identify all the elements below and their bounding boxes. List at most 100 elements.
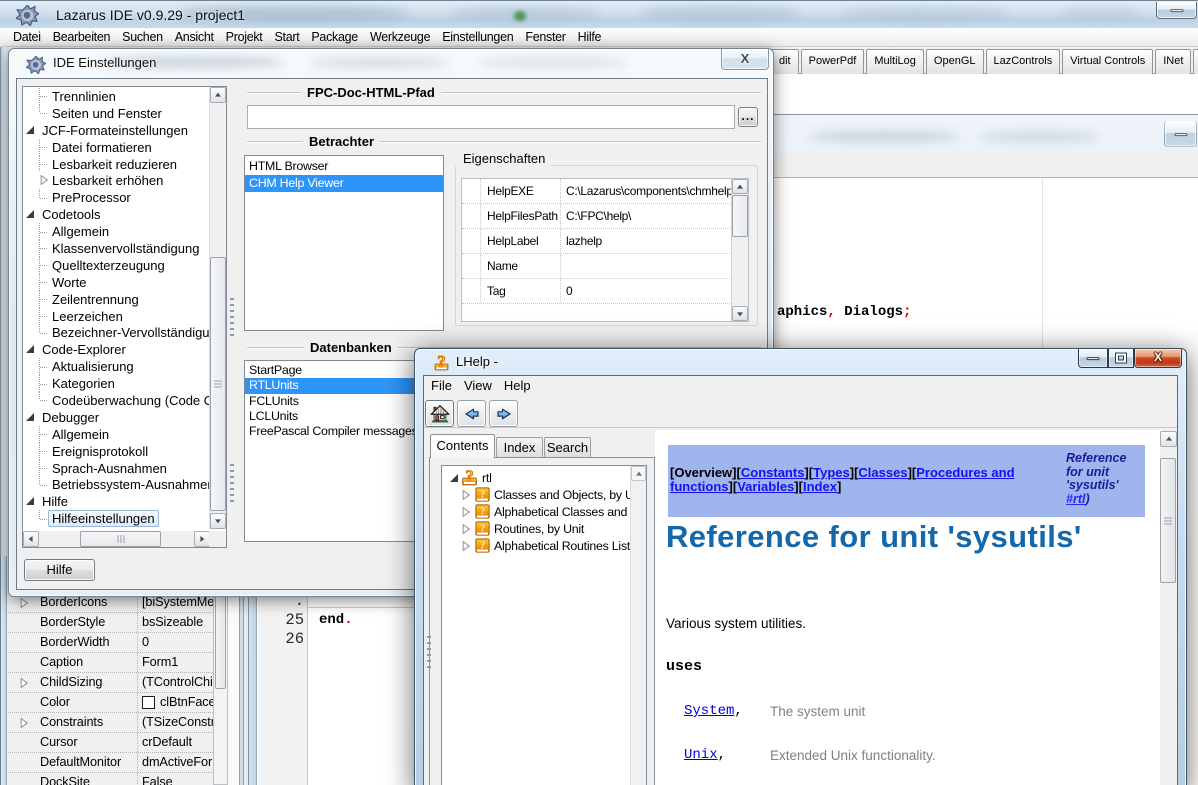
- property-value[interactable]: C:\Lazarus\components\chmhelp: [561, 179, 748, 203]
- property-row[interactable]: Caption Form1: [8, 653, 213, 673]
- menu-item[interactable]: Fenster: [519, 28, 571, 46]
- scroll-down-button[interactable]: [210, 513, 226, 529]
- tree-item[interactable]: Allgemein: [23, 426, 211, 443]
- tree-item-marker[interactable]: [39, 88, 48, 105]
- tree-item-label[interactable]: Kategorien: [48, 375, 119, 392]
- tree-item[interactable]: Codeüberwachung (Code Observer): [23, 392, 211, 409]
- tree-item-label[interactable]: Seiten und Fenster: [48, 105, 166, 122]
- tree-item-marker[interactable]: [25, 122, 38, 139]
- tree-item[interactable]: JCF-Formateinstellungen: [23, 122, 211, 139]
- tree-item-marker[interactable]: [25, 206, 38, 223]
- menu-item[interactable]: Projekt: [220, 28, 269, 46]
- tree-item-marker[interactable]: [39, 324, 48, 341]
- tree-item-label[interactable]: Classes and Objects, by Unit: [494, 488, 646, 502]
- property-name[interactable]: Name: [481, 254, 561, 278]
- tree-root-label[interactable]: rtl: [482, 471, 492, 485]
- tree-item[interactable]: Lesbarkeit reduzieren: [23, 156, 211, 173]
- tree-item[interactable]: Zeilentrennung: [23, 291, 211, 308]
- nav-link[interactable]: Index: [803, 479, 837, 494]
- tree-item-label[interactable]: Zeilentrennung: [48, 291, 143, 308]
- tree-scrollbar[interactable]: [630, 466, 646, 785]
- tree-item-marker[interactable]: [39, 223, 48, 240]
- help-topics-tree[interactable]: ? rtl ?: [441, 465, 647, 785]
- tree-item-label[interactable]: Allgemein: [48, 426, 113, 443]
- property-row[interactable]: Cursor crDefault: [8, 733, 213, 753]
- scroll-up-button[interactable]: [1160, 431, 1177, 447]
- tree-item-label[interactable]: PreProcessor: [48, 189, 135, 206]
- menu-item[interactable]: Bearbeiten: [47, 28, 116, 46]
- tree-item-marker[interactable]: [25, 409, 38, 426]
- tree-vertical-scrollbar[interactable]: [209, 87, 226, 529]
- tree-item[interactable]: Aktualisierung: [23, 358, 211, 375]
- dialog-close-button[interactable]: X: [721, 49, 769, 70]
- tree-item-marker[interactable]: [25, 341, 38, 358]
- property-name[interactable]: Tag: [481, 279, 561, 303]
- unit-link[interactable]: Unix: [684, 747, 718, 763]
- property-value[interactable]: C:\FPC\help\: [561, 204, 748, 228]
- menu-item[interactable]: Einstellungen: [436, 28, 519, 46]
- property-value[interactable]: 0: [138, 633, 213, 652]
- tree-item-label[interactable]: JCF-Formateinstellungen: [38, 122, 192, 139]
- property-name[interactable]: BorderWidth: [37, 633, 138, 652]
- dialog-splitter[interactable]: [230, 464, 234, 504]
- tree-item-label[interactable]: Hilfe: [38, 493, 72, 510]
- tree-item[interactable]: Trennlinien: [23, 88, 211, 105]
- scroll-left-button[interactable]: [23, 531, 39, 547]
- property-row[interactable]: BorderStyle bsSizeable: [8, 613, 213, 633]
- property-value[interactable]: False: [138, 773, 213, 785]
- palette-tab[interactable]: LazControls: [986, 49, 1061, 74]
- tree-item-marker[interactable]: [39, 105, 48, 122]
- tree-item-marker[interactable]: [39, 172, 48, 189]
- property-row[interactable]: Constraints (TSizeConstra: [8, 713, 213, 733]
- property-name[interactable]: DockSite: [37, 773, 138, 785]
- scrollbar-thumb[interactable]: [1160, 458, 1176, 583]
- tree-item-marker[interactable]: [39, 156, 48, 173]
- tree-item[interactable]: ? Classes and Objects, by Unit: [442, 486, 646, 503]
- tree-item[interactable]: Bezeichner-Vervollständigung: [23, 324, 211, 341]
- lhelp-splitter[interactable]: [427, 636, 431, 668]
- rtl-link[interactable]: #rtl: [1066, 492, 1085, 506]
- tree-item-marker[interactable]: [39, 510, 48, 527]
- editor-minimize-button[interactable]: [1164, 121, 1197, 147]
- tree-item[interactable]: Betriebssystem-Ausnahmen: [23, 476, 211, 493]
- menu-item[interactable]: Package: [305, 28, 364, 46]
- tree-item[interactable]: Hilfeeinstellungen: [23, 510, 211, 527]
- property-value[interactable]: bsSizeable: [138, 613, 213, 632]
- nav-link[interactable]: Variables: [737, 479, 794, 494]
- tree-item[interactable]: Ereignisprotokoll: [23, 443, 211, 460]
- tree-item-label[interactable]: Worte: [48, 274, 90, 291]
- menu-item[interactable]: Start: [268, 28, 305, 46]
- listbox-item[interactable]: HTML Browser: [245, 158, 443, 175]
- property-expander[interactable]: [8, 713, 37, 732]
- tree-item-marker[interactable]: [39, 274, 48, 291]
- tree-item-marker[interactable]: [39, 240, 48, 257]
- tree-root-item[interactable]: ? rtl: [442, 469, 646, 486]
- property-name[interactable]: HelpFilesPath: [481, 204, 561, 228]
- scrollbar-thumb[interactable]: [80, 531, 161, 547]
- tree-item[interactable]: Leerzeichen: [23, 308, 211, 325]
- palette-tab[interactable]: INet: [1155, 49, 1191, 74]
- menu-item[interactable]: Help: [498, 376, 537, 397]
- property-name[interactable]: BorderStyle: [37, 613, 138, 632]
- tree-item-label[interactable]: Datei formatieren: [48, 139, 156, 156]
- back-button[interactable]: [457, 400, 486, 427]
- property-row[interactable]: HelpFilesPath C:\FPC\help\: [462, 204, 748, 229]
- menu-item[interactable]: File: [425, 376, 458, 397]
- property-name[interactable]: ChildSizing: [37, 673, 138, 692]
- tree-item[interactable]: Debugger: [23, 409, 211, 426]
- nav-link[interactable]: Constants: [741, 465, 805, 480]
- tree-item[interactable]: Seiten und Fenster: [23, 105, 211, 122]
- tree-item[interactable]: ? Alphabetical Routines List: [442, 537, 646, 554]
- tab-search[interactable]: Search: [544, 437, 591, 458]
- tree-item-marker[interactable]: [39, 375, 48, 392]
- tree-item-label[interactable]: Quelltexterzeugung: [48, 257, 169, 274]
- tree-item[interactable]: Kategorien: [23, 375, 211, 392]
- viewer-properties-grid[interactable]: HelpEXE C:\Lazarus\components\chmhelp He…: [461, 178, 749, 322]
- scrollbar-thumb[interactable]: [732, 195, 748, 237]
- content-scrollbar[interactable]: [1160, 430, 1177, 785]
- tree-item[interactable]: Klassenvervollständigung: [23, 240, 211, 257]
- tree-item[interactable]: ? Alphabetical Classes and Objects List: [442, 503, 646, 520]
- property-value[interactable]: (TSizeConstra: [138, 713, 213, 732]
- tree-item-label[interactable]: Alphabetical Routines List: [494, 539, 630, 553]
- tree-item-marker[interactable]: [39, 189, 48, 206]
